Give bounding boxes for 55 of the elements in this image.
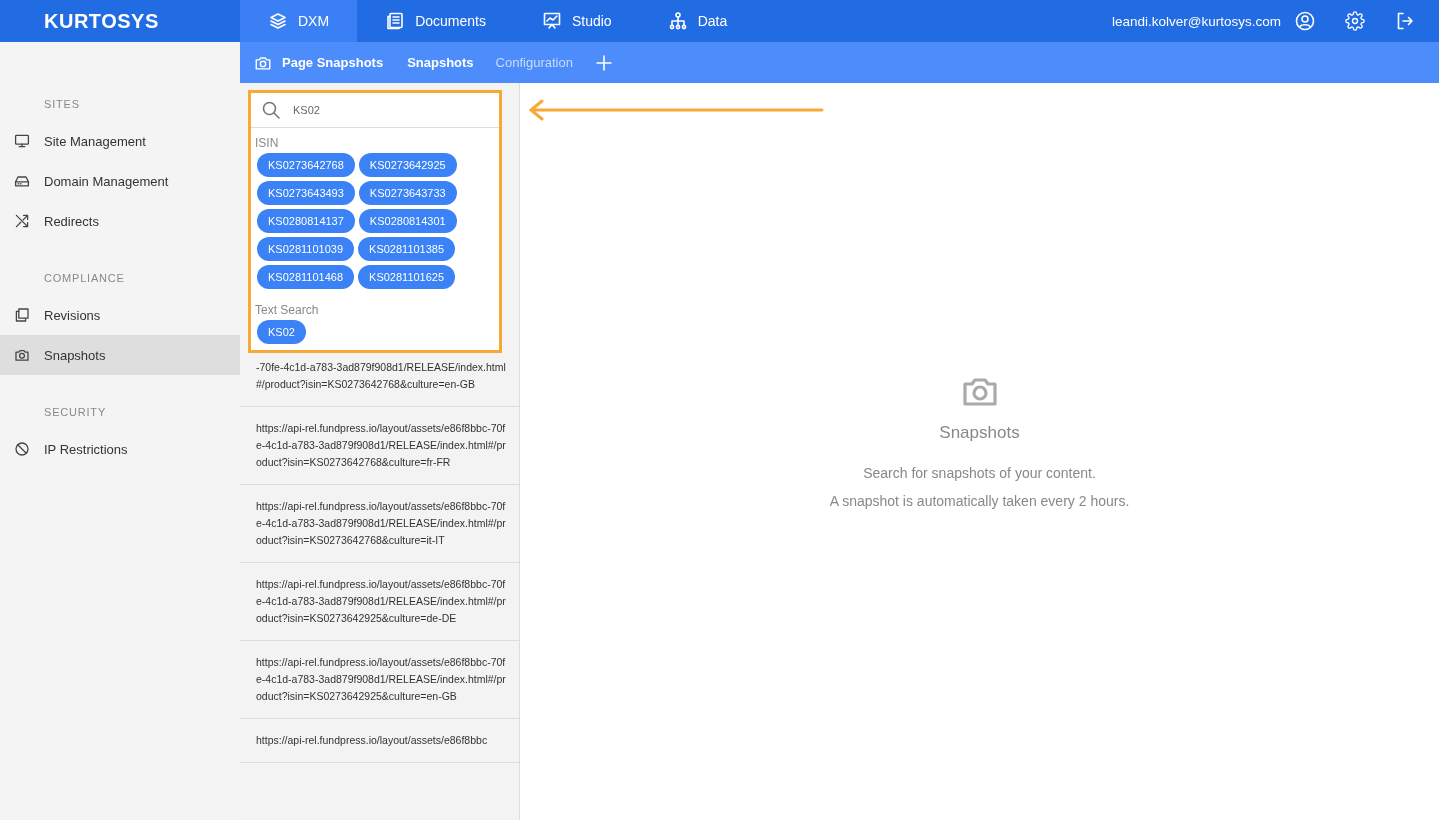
suggestion-chip[interactable]: KS0281101625 <box>358 265 456 289</box>
layers-icon <box>268 11 288 31</box>
subnav-tab[interactable]: Snapshots <box>407 55 474 70</box>
camera-icon <box>14 347 30 363</box>
settings-icon[interactable] <box>1345 11 1365 31</box>
empty-title: Snapshots <box>939 423 1020 443</box>
search-field[interactable]: KS02 <box>293 104 473 116</box>
sidebar-item[interactable]: Revisions <box>0 295 240 335</box>
empty-message: A snapshot is automatically taken every 2 hours. <box>829 492 1130 511</box>
suggestion-chip[interactable]: KS0273643493 <box>257 181 355 205</box>
search-icon <box>261 100 281 120</box>
nav-tab[interactable]: Data <box>639 0 756 42</box>
blocked-icon <box>14 441 30 457</box>
sidebar-item[interactable]: Snapshots <box>0 335 240 375</box>
suggestion-chip[interactable]: KS0273642768 <box>257 153 355 177</box>
snapshot-url[interactable]: https://api-rel.fundpress.io/layout/assets/e86f8bbc-70fe-4c1d-a783-3ad879f908d1/RELEASE/index.html#/product?isin=KS0273642768&culture=fr-FR <box>240 407 519 485</box>
snapshot-url[interactable]: -70fe-4c1d-a783-3ad879f908d1/RELEASE/index.html#/product?isin=KS0273642768&culture=en-GB <box>240 359 519 407</box>
sidebar-item[interactable]: Domain Management <box>0 161 240 201</box>
shuffle-icon <box>14 213 30 229</box>
user-email: leandi.kolver@kurtosys.com <box>1112 13 1281 29</box>
snapshot-url[interactable]: https://api-rel.fundpress.io/layout/assets/e86f8bbc <box>240 719 519 763</box>
documents-icon <box>385 11 406 31</box>
nav-tab[interactable]: DXM <box>240 0 358 42</box>
presentation-board-icon <box>541 11 562 31</box>
suggestion-chip[interactable]: KS0280814137 <box>257 209 355 233</box>
suggestion-chip[interactable]: KS02 <box>257 320 306 344</box>
hierarchy-icon <box>667 11 688 31</box>
suggestion-chip[interactable]: KS0273642925 <box>358 153 457 177</box>
snapshot-url[interactable]: https://api-rel.fundpress.io/layout/assets/e86f8bbc-70fe-4c1d-a783-3ad879f908d1/RELEASE/index.html#/product?isin=KS0273642925&culture=en-GB <box>240 641 519 719</box>
group-heading: ISIN <box>254 135 280 152</box>
section-heading: COMPLIANCE <box>43 271 126 286</box>
monitor-icon <box>14 133 30 149</box>
sidebar-item[interactable]: Redirects <box>0 201 240 241</box>
page-title: Page Snapshots <box>282 55 384 70</box>
sidebar-item[interactable]: IP Restrictions <box>0 429 240 469</box>
suggestion-chip[interactable]: KS0281101385 <box>358 237 456 261</box>
empty-message: Search for snapshots of your content. <box>863 464 1096 483</box>
group-heading: Text Search <box>254 302 320 319</box>
brand-logo: KURTOSYS <box>44 9 159 33</box>
user-icon[interactable] <box>1295 11 1315 31</box>
suggestion-chip[interactable]: KS0280814301 <box>358 209 457 233</box>
section-heading: SITES <box>43 97 81 112</box>
suggestion-chip[interactable]: KS0273643733 <box>358 181 457 205</box>
section-heading: SECURITY <box>43 405 108 420</box>
suggestion-chip[interactable]: KS0281101039 <box>257 237 355 261</box>
logout-icon[interactable] <box>1395 11 1415 31</box>
hard-drive-icon <box>14 173 30 189</box>
sidebar-item[interactable]: Site Management <box>0 121 240 161</box>
add-icon[interactable] <box>594 53 613 72</box>
nav-tab[interactable]: Documents <box>357 0 514 42</box>
copy-icon <box>14 307 30 323</box>
snapshot-url[interactable]: https://api-rel.fundpress.io/layout/assets/e86f8bbc-70fe-4c1d-a783-3ad879f908d1/RELEASE/index.html#/product?isin=KS0273642925&culture=de-DE <box>240 563 519 641</box>
suggestion-chip[interactable]: KS0281101468 <box>257 265 355 289</box>
snapshot-url[interactable]: https://api-rel.fundpress.io/layout/assets/e86f8bbc-70fe-4c1d-a783-3ad879f908d1/RELEASE/index.html#/product?isin=KS0273642768&culture=it-IT <box>240 485 519 563</box>
nav-tab[interactable]: Studio <box>513 0 640 42</box>
